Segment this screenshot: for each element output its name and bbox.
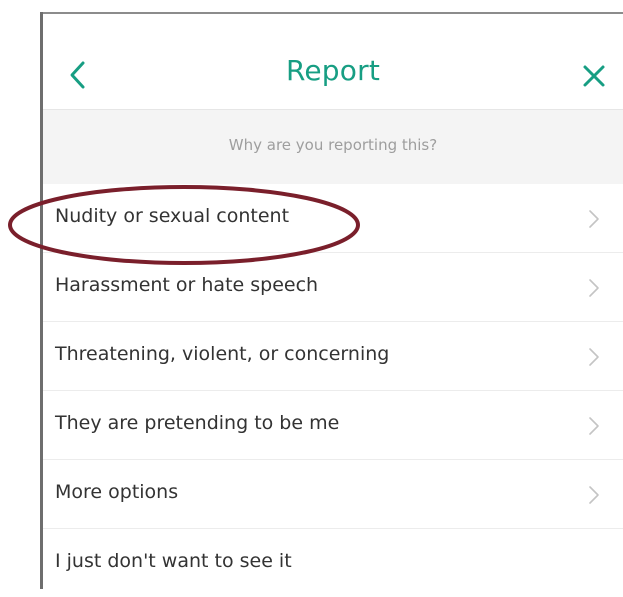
section-header: Why are you reporting this? — [43, 110, 623, 184]
option-dont-want-to-see[interactable]: I just don't want to see it — [43, 529, 623, 597]
option-harassment[interactable]: Harassment or hate speech — [43, 253, 623, 322]
chevron-right-icon — [589, 210, 599, 228]
page-title: Report — [285, 54, 381, 87]
option-label: They are pretending to be me — [55, 412, 340, 434]
header-bar: Report — [43, 14, 623, 110]
option-impersonation[interactable]: They are pretending to be me — [43, 391, 623, 460]
chevron-right-icon — [589, 348, 599, 366]
option-label: Harassment or hate speech — [55, 274, 319, 296]
close-button[interactable] — [579, 61, 609, 91]
option-label: More options — [55, 481, 179, 503]
option-nudity[interactable]: Nudity or sexual content — [43, 184, 623, 253]
report-screen: Report Why are you reporting this? Nudit… — [0, 0, 623, 589]
chevron-right-icon — [589, 486, 599, 504]
option-more[interactable]: More options — [43, 460, 623, 529]
option-label: I just don't want to see it — [55, 550, 292, 572]
option-threatening[interactable]: Threatening, violent, or concerning — [43, 322, 623, 391]
option-label: Threatening, violent, or concerning — [55, 343, 390, 365]
chevron-right-icon — [589, 417, 599, 435]
close-icon — [583, 65, 605, 87]
report-options-list: Nudity or sexual content Harassment or h… — [43, 184, 623, 597]
chevron-right-icon — [589, 279, 599, 297]
section-header-text: Why are you reporting this? — [228, 136, 438, 154]
option-label: Nudity or sexual content — [55, 205, 290, 227]
